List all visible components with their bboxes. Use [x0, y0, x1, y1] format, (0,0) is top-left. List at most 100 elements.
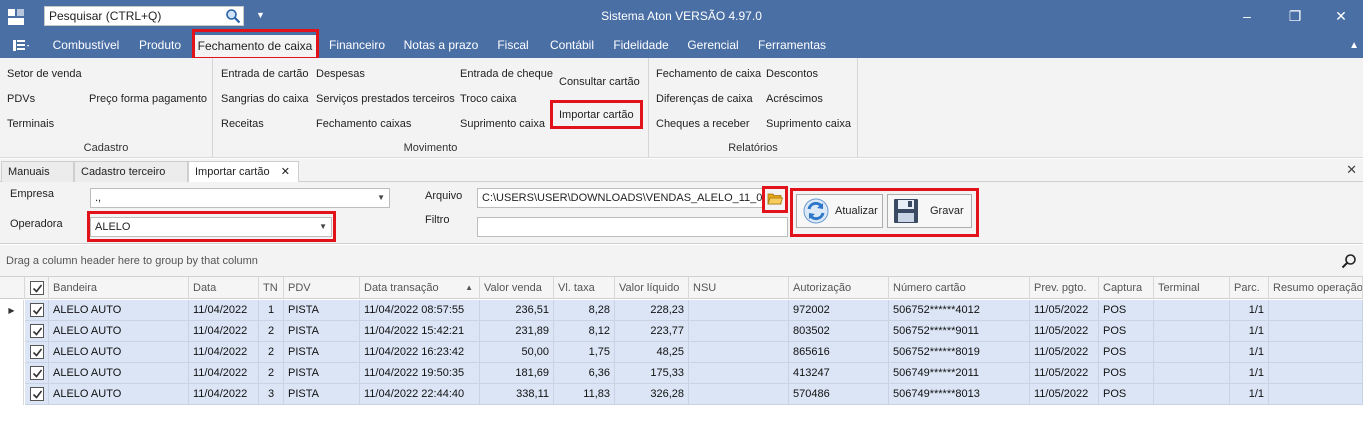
cell-pdv[interactable]: PISTA: [284, 300, 360, 321]
group-by-panel[interactable]: Drag a column header here to group by th…: [0, 245, 1363, 277]
quick-search-input[interactable]: Pesquisar (CTRL+Q): [45, 9, 223, 23]
cell-numero-cartao[interactable]: 506752******9011: [889, 321, 1030, 342]
atualizar-button[interactable]: Atualizar: [796, 194, 883, 228]
cell-prev-pgto[interactable]: 11/05/2022: [1030, 363, 1099, 384]
app-logo-icon[interactable]: [8, 9, 24, 25]
cell-captura[interactable]: POS: [1099, 384, 1154, 405]
cell-prev-pgto[interactable]: 11/05/2022: [1030, 321, 1099, 342]
row-indicator[interactable]: [0, 363, 24, 384]
table-row[interactable]: ALELO AUTO 11/04/2022 2 PISTA 11/04/2022 15:…: [0, 321, 1363, 342]
cell-data-transacao[interactable]: 11/04/2022 15:42:21: [360, 321, 480, 342]
ribbon-item-setor-de-venda[interactable]: Setor de venda: [7, 68, 82, 80]
cell-captura[interactable]: POS: [1099, 342, 1154, 363]
find-search-icon[interactable]: [1341, 253, 1357, 272]
empresa-combo[interactable]: ., ▼: [90, 188, 390, 208]
row-indicator[interactable]: [0, 384, 24, 405]
column-header-valor-venda[interactable]: Valor venda: [480, 277, 554, 299]
cell-parc[interactable]: 1/1: [1230, 342, 1269, 363]
cell-parc[interactable]: 1/1: [1230, 300, 1269, 321]
ribbon-item-pdvs[interactable]: PDVs: [7, 93, 35, 105]
cell-valor-venda[interactable]: 338,11: [480, 384, 554, 405]
column-header-parc[interactable]: Parc.: [1230, 277, 1269, 299]
cell-prev-pgto[interactable]: 11/05/2022: [1030, 300, 1099, 321]
cell-captura[interactable]: POS: [1099, 363, 1154, 384]
cell-data-transacao[interactable]: 11/04/2022 08:57:55: [360, 300, 480, 321]
cell-bandeira[interactable]: ALELO AUTO: [49, 321, 189, 342]
cell-tn[interactable]: 2: [259, 321, 284, 342]
ribbon-item-fechamento-caixas[interactable]: Fechamento caixas: [316, 118, 411, 130]
close-window-icon[interactable]: ✕: [1326, 6, 1356, 26]
ribbon-item-entrada-de-cheque[interactable]: Entrada de cheque: [460, 68, 553, 80]
cell-vl-taxa[interactable]: 11,83: [554, 384, 615, 405]
table-row[interactable]: ▶ ALELO AUTO 11/04/2022 1 PISTA 11/04/2022 08…: [0, 300, 1363, 321]
table-row[interactable]: ALELO AUTO 11/04/2022 2 PISTA 11/04/2022 19:…: [0, 363, 1363, 384]
ribbon-item-terminais[interactable]: Terminais: [7, 118, 54, 130]
operadora-combo[interactable]: ALELO ▼: [90, 217, 332, 237]
cell-terminal[interactable]: [1154, 342, 1230, 363]
close-document-icon[interactable]: ✕: [1346, 162, 1357, 178]
row-checkbox[interactable]: [30, 303, 44, 317]
cell-valor-liquido[interactable]: 175,33: [615, 363, 689, 384]
cell-tn[interactable]: 1: [259, 300, 284, 321]
quick-search-box[interactable]: Pesquisar (CTRL+Q): [44, 6, 244, 26]
cell-nsu[interactable]: [689, 384, 789, 405]
quick-access-dropdown-icon[interactable]: ▼: [256, 10, 265, 20]
ribbon-item-troco-caixa[interactable]: Troco caixa: [460, 93, 516, 105]
ribbon-item-preco-forma-pagamento[interactable]: Preço forma pagamento: [89, 93, 207, 105]
cell-pdv[interactable]: PISTA: [284, 363, 360, 384]
ribbon-item-descontos[interactable]: Descontos: [766, 68, 818, 80]
header-select-all[interactable]: [25, 277, 49, 299]
doc-tab-manuais[interactable]: Manuais: [1, 161, 74, 182]
row-indicator[interactable]: [0, 321, 24, 342]
tab-gerencial[interactable]: Gerencial: [683, 33, 743, 58]
column-header-captura[interactable]: Captura: [1099, 277, 1154, 299]
row-checkbox[interactable]: [30, 345, 44, 359]
cell-nsu[interactable]: [689, 300, 789, 321]
tab-fidelidade[interactable]: Fidelidade: [610, 33, 672, 58]
column-header-numero-cartao[interactable]: Número cartão: [889, 277, 1030, 299]
cell-terminal[interactable]: [1154, 384, 1230, 405]
doc-tab-importar-cartao[interactable]: Importar cartão ✕: [188, 161, 299, 183]
column-header-bandeira[interactable]: Bandeira: [49, 277, 189, 299]
arquivo-input[interactable]: C:\USERS\USER\DOWNLOADS\VENDAS_ALELO_11_…: [477, 188, 764, 208]
cell-vl-taxa[interactable]: 1,75: [554, 342, 615, 363]
cell-valor-liquido[interactable]: 48,25: [615, 342, 689, 363]
cell-parc[interactable]: 1/1: [1230, 321, 1269, 342]
cell-terminal[interactable]: [1154, 321, 1230, 342]
row-checkbox[interactable]: [30, 387, 44, 401]
dropdown-arrow-icon[interactable]: ▼: [377, 189, 385, 207]
row-indicator[interactable]: [0, 342, 24, 363]
cell-nsu[interactable]: [689, 342, 789, 363]
close-tab-icon[interactable]: ✕: [281, 162, 290, 182]
cell-data[interactable]: 11/04/2022: [189, 321, 259, 342]
gravar-button[interactable]: Gravar: [887, 194, 972, 228]
cell-numero-cartao[interactable]: 506749******8013: [889, 384, 1030, 405]
minimize-icon[interactable]: –: [1232, 6, 1262, 26]
cell-prev-pgto[interactable]: 11/05/2022: [1030, 342, 1099, 363]
row-checkbox[interactable]: [30, 324, 44, 338]
ribbon-item-consultar-cartao[interactable]: Consultar cartão: [559, 76, 640, 88]
column-header-data[interactable]: Data: [189, 277, 259, 299]
cell-prev-pgto[interactable]: 11/05/2022: [1030, 384, 1099, 405]
cell-autorizacao[interactable]: 972002: [789, 300, 889, 321]
tab-notas-a-prazo[interactable]: Notas a prazo: [398, 33, 484, 58]
cell-data[interactable]: 11/04/2022: [189, 342, 259, 363]
tab-combustivel[interactable]: Combustível: [48, 33, 124, 58]
ribbon-item-receitas[interactable]: Receitas: [221, 118, 264, 130]
tab-fechamento-de-caixa[interactable]: Fechamento de caixa: [194, 35, 316, 58]
doc-tab-cadastro-terceiro[interactable]: Cadastro terceiro: [74, 161, 188, 182]
column-header-prev-pgto[interactable]: Prev. pgto.: [1030, 277, 1099, 299]
tab-produto[interactable]: Produto: [130, 33, 190, 58]
cell-valor-venda[interactable]: 50,00: [480, 342, 554, 363]
column-header-valor-liquido[interactable]: Valor líquido: [615, 277, 689, 299]
select-all-checkbox[interactable]: [30, 281, 44, 295]
cell-resumo-operacao[interactable]: [1269, 384, 1363, 405]
cell-bandeira[interactable]: ALELO AUTO: [49, 300, 189, 321]
cell-pdv[interactable]: PISTA: [284, 384, 360, 405]
cell-numero-cartao[interactable]: 506752******8019: [889, 342, 1030, 363]
cell-valor-venda[interactable]: 231,89: [480, 321, 554, 342]
column-header-data-transacao[interactable]: Data transação ▲: [360, 277, 480, 299]
cell-vl-taxa[interactable]: 8,28: [554, 300, 615, 321]
column-header-resumo-operacao[interactable]: Resumo operação: [1269, 277, 1363, 299]
ribbon-item-suprimento-caixa[interactable]: Suprimento caixa: [460, 118, 545, 130]
